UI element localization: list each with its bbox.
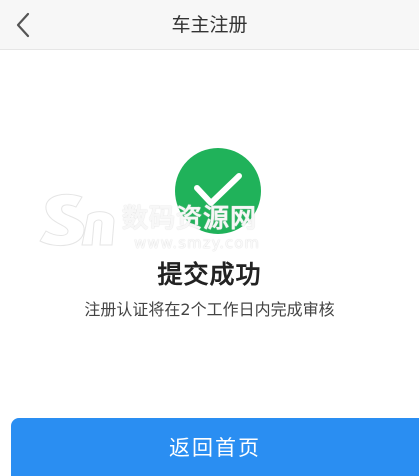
page-title: 车主注册: [171, 14, 248, 36]
return-home-button[interactable]: 返回首页: [11, 418, 419, 476]
registration-success-screen: 车主注册 数码资源网 www.smzy.com 提交成功 注册认证将在2个工作日…: [0, 0, 419, 476]
watermark-text: 数码资源网: [122, 204, 258, 234]
status-description: 注册认证将在2个工作日内完成审核: [84, 300, 335, 319]
watermark-url: www.smzy.com: [134, 234, 261, 252]
status-title: 提交成功: [157, 260, 262, 289]
navigation-bar: 车主注册: [0, 0, 419, 50]
